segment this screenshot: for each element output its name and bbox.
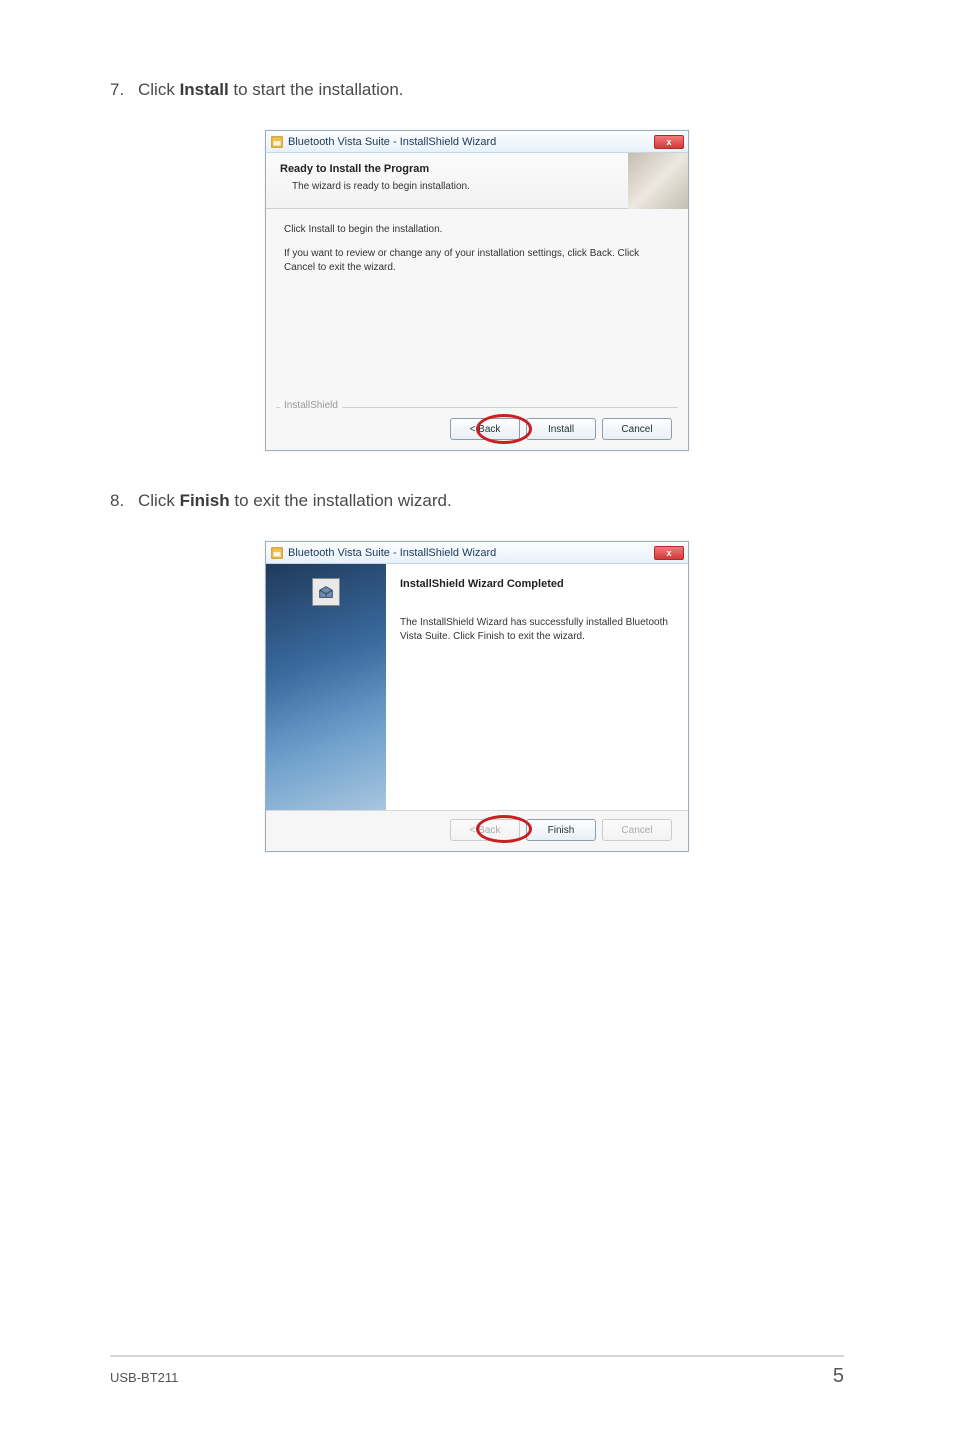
install-dialog-completed: Bluetooth Vista Suite - InstallShield Wi… <box>265 541 689 852</box>
step-7-bold: Install <box>180 80 229 99</box>
step-8-pre: Click <box>138 491 180 510</box>
install-dialog-ready: Bluetooth Vista Suite - InstallShield Wi… <box>265 130 689 451</box>
dialog1-header-sub: The wizard is ready to begin installatio… <box>280 181 674 192</box>
step-8-text: 8.Click Finish to exit the installation … <box>110 491 844 511</box>
back-button[interactable]: < Back <box>450 418 520 440</box>
cancel-button[interactable]: Cancel <box>602 418 672 440</box>
document-page: 7.Click Install to start the installatio… <box>0 0 954 1438</box>
close-icon[interactable]: x <box>654 546 684 560</box>
step-7-number: 7. <box>110 80 138 100</box>
screenshot-1-wrap: Bluetooth Vista Suite - InstallShield Wi… <box>110 130 844 451</box>
dialog2-footer: < Back Finish Cancel <box>266 810 688 851</box>
footer-divider: InstallShield <box>276 407 678 408</box>
wizard-side-graphic <box>266 564 386 810</box>
step-7-text: 7.Click Install to start the installatio… <box>110 80 844 100</box>
step-7-pre: Click <box>138 80 180 99</box>
installer-icon <box>270 135 284 149</box>
dialog1-button-row-wrap: < Back Install Cancel <box>276 418 678 440</box>
step-8-bold: Finish <box>180 491 230 510</box>
step-8-number: 8. <box>110 491 138 511</box>
page-footer: USB-BT211 5 <box>110 1355 844 1388</box>
installshield-brand: InstallShield <box>280 400 342 411</box>
step-7: 7.Click Install to start the installatio… <box>110 80 844 100</box>
dialog2-content: InstallShield Wizard Completed The Insta… <box>386 564 688 810</box>
dialog2-button-row: < Back Finish Cancel <box>276 819 678 841</box>
close-icon[interactable]: x <box>654 135 684 149</box>
footer-divider <box>110 1355 844 1357</box>
completed-title: InstallShield Wizard Completed <box>400 578 674 590</box>
dialog1-header: Ready to Install the Program The wizard … <box>266 153 688 209</box>
dialog1-body-line1: Click Install to begin the installation. <box>284 223 670 237</box>
open-box-icon <box>312 578 340 606</box>
header-graphic <box>628 153 688 209</box>
titlebar: Bluetooth Vista Suite - InstallShield Wi… <box>266 131 688 153</box>
dialog1-footer: InstallShield < Back Install Cancel <box>266 399 688 450</box>
titlebar-2: Bluetooth Vista Suite - InstallShield Wi… <box>266 542 688 564</box>
install-button[interactable]: Install <box>526 418 596 440</box>
dialog1-body: Click Install to begin the installation.… <box>266 209 688 399</box>
dialog2-button-row-wrap: < Back Finish Cancel <box>276 819 678 841</box>
dialog2-body: InstallShield Wizard Completed The Insta… <box>266 564 688 810</box>
step-8-post: to exit the installation wizard. <box>230 491 452 510</box>
page-number: 5 <box>833 1365 844 1388</box>
cancel-button: Cancel <box>602 819 672 841</box>
screenshot-2-wrap: Bluetooth Vista Suite - InstallShield Wi… <box>110 541 844 852</box>
dialog1-header-title: Ready to Install the Program <box>280 163 674 175</box>
step-7-post: to start the installation. <box>229 80 404 99</box>
footer-row: USB-BT211 5 <box>110 1365 844 1388</box>
footer-left: USB-BT211 <box>110 1370 178 1385</box>
dialog2-title: Bluetooth Vista Suite - InstallShield Wi… <box>288 547 654 559</box>
back-button: < Back <box>450 819 520 841</box>
completed-body: The InstallShield Wizard has successfull… <box>400 616 674 644</box>
finish-button[interactable]: Finish <box>526 819 596 841</box>
dialog1-title: Bluetooth Vista Suite - InstallShield Wi… <box>288 136 654 148</box>
installer-icon <box>270 546 284 560</box>
step-8: 8.Click Finish to exit the installation … <box>110 491 844 511</box>
dialog1-body-line2: If you want to review or change any of y… <box>284 247 670 275</box>
dialog1-button-row: < Back Install Cancel <box>276 418 678 440</box>
